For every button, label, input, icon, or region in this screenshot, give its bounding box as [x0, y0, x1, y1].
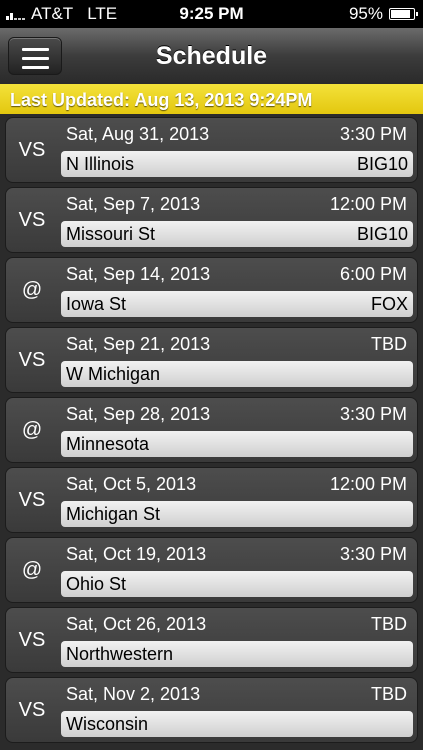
- game-date: Sat, Oct 5, 2013: [66, 474, 197, 494]
- venue-indicator: @: [21, 418, 43, 441]
- venue-indicator: VS: [18, 348, 46, 371]
- game-time: TBD: [371, 684, 407, 704]
- opponent-name: Iowa St: [66, 294, 127, 314]
- venue-indicator: VS: [18, 208, 46, 231]
- opponent-bar: Michigan St: [61, 501, 413, 527]
- game-time: 12:00 PM: [329, 474, 407, 494]
- opponent-bar: N Illinois BIG10: [61, 151, 413, 177]
- game-time: TBD: [371, 334, 407, 354]
- game-row[interactable]: @ Sat, Sep 14, 2013 6:00 PM Iowa St FOX: [5, 257, 418, 323]
- opponent-name: N Illinois: [66, 154, 135, 174]
- opponent-name: Northwestern: [66, 644, 174, 664]
- game-time: 3:30 PM: [339, 124, 407, 144]
- game-date: Sat, Oct 26, 2013: [66, 614, 207, 634]
- opponent-bar: Minnesota: [61, 431, 413, 457]
- game-time: 3:30 PM: [339, 544, 407, 564]
- game-row[interactable]: @ Sat, Sep 28, 2013 3:30 PM Minnesota: [5, 397, 418, 463]
- opponent-name: Ohio St: [66, 574, 127, 594]
- game-date: Sat, Nov 2, 2013: [66, 684, 201, 704]
- game-time: TBD: [371, 614, 407, 634]
- game-row[interactable]: VS Sat, Oct 5, 2013 12:00 PM Michigan St: [5, 467, 418, 533]
- battery-icon: [389, 8, 418, 20]
- game-row[interactable]: VS Sat, Oct 26, 2013 TBD Northwestern: [5, 607, 418, 673]
- opponent-name: Michigan St: [66, 504, 161, 524]
- opponent-name: W Michigan: [66, 364, 161, 384]
- tv-network: FOX: [370, 294, 408, 314]
- game-row[interactable]: VS Sat, Nov 2, 2013 TBD Wisconsin: [5, 677, 418, 743]
- venue-indicator: VS: [18, 138, 46, 161]
- opponent-name: Missouri St: [66, 224, 156, 244]
- opponent-name: Minnesota: [66, 434, 150, 454]
- opponent-bar: Ohio St: [61, 571, 413, 597]
- game-date: Sat, Oct 19, 2013: [66, 544, 207, 564]
- game-time: 12:00 PM: [329, 194, 407, 214]
- venue-indicator: VS: [18, 698, 46, 721]
- game-time: 6:00 PM: [339, 264, 407, 284]
- opponent-bar: Wisconsin: [61, 711, 413, 737]
- venue-indicator: VS: [18, 488, 46, 511]
- game-time: 3:30 PM: [339, 404, 407, 424]
- game-date: Sat, Sep 28, 2013: [66, 404, 211, 424]
- game-row[interactable]: VS Sat, Sep 21, 2013 TBD W Michigan: [5, 327, 418, 393]
- last-updated-banner: Last Updated: Aug 13, 2013 9:24PM: [0, 84, 423, 114]
- opponent-bar: Northwestern: [61, 641, 413, 667]
- opponent-bar: Iowa St FOX: [61, 291, 413, 317]
- game-row[interactable]: VS Sat, Aug 31, 2013 3:30 PM N Illinois BIG1…: [5, 117, 418, 183]
- venue-indicator: @: [21, 558, 43, 581]
- status-bar: AT&T LTE 9:25 PM 95%: [0, 0, 423, 28]
- game-date: Sat, Sep 7, 2013: [66, 194, 201, 214]
- game-row[interactable]: VS Sat, Sep 7, 2013 12:00 PM Missouri St BIG…: [5, 187, 418, 253]
- tv-network: BIG10: [356, 154, 408, 174]
- game-date: Sat, Sep 21, 2013: [66, 334, 211, 354]
- battery-percent: 95%: [348, 4, 383, 23]
- opponent-bar: Missouri St BIG10: [61, 221, 413, 247]
- game-row[interactable]: @ Sat, Oct 19, 2013 3:30 PM Ohio St: [5, 537, 418, 603]
- page-title: Schedule: [155, 42, 268, 70]
- game-date: Sat, Sep 14, 2013: [66, 264, 211, 284]
- tv-network: BIG10: [356, 224, 408, 244]
- venue-indicator: @: [21, 278, 43, 301]
- opponent-name: Wisconsin: [66, 714, 149, 734]
- status-right: 95%: [348, 4, 418, 24]
- game-date: Sat, Aug 31, 2013: [66, 124, 210, 144]
- opponent-bar: W Michigan: [61, 361, 413, 387]
- navigation-bar: Schedule: [0, 28, 423, 85]
- venue-indicator: VS: [18, 628, 46, 651]
